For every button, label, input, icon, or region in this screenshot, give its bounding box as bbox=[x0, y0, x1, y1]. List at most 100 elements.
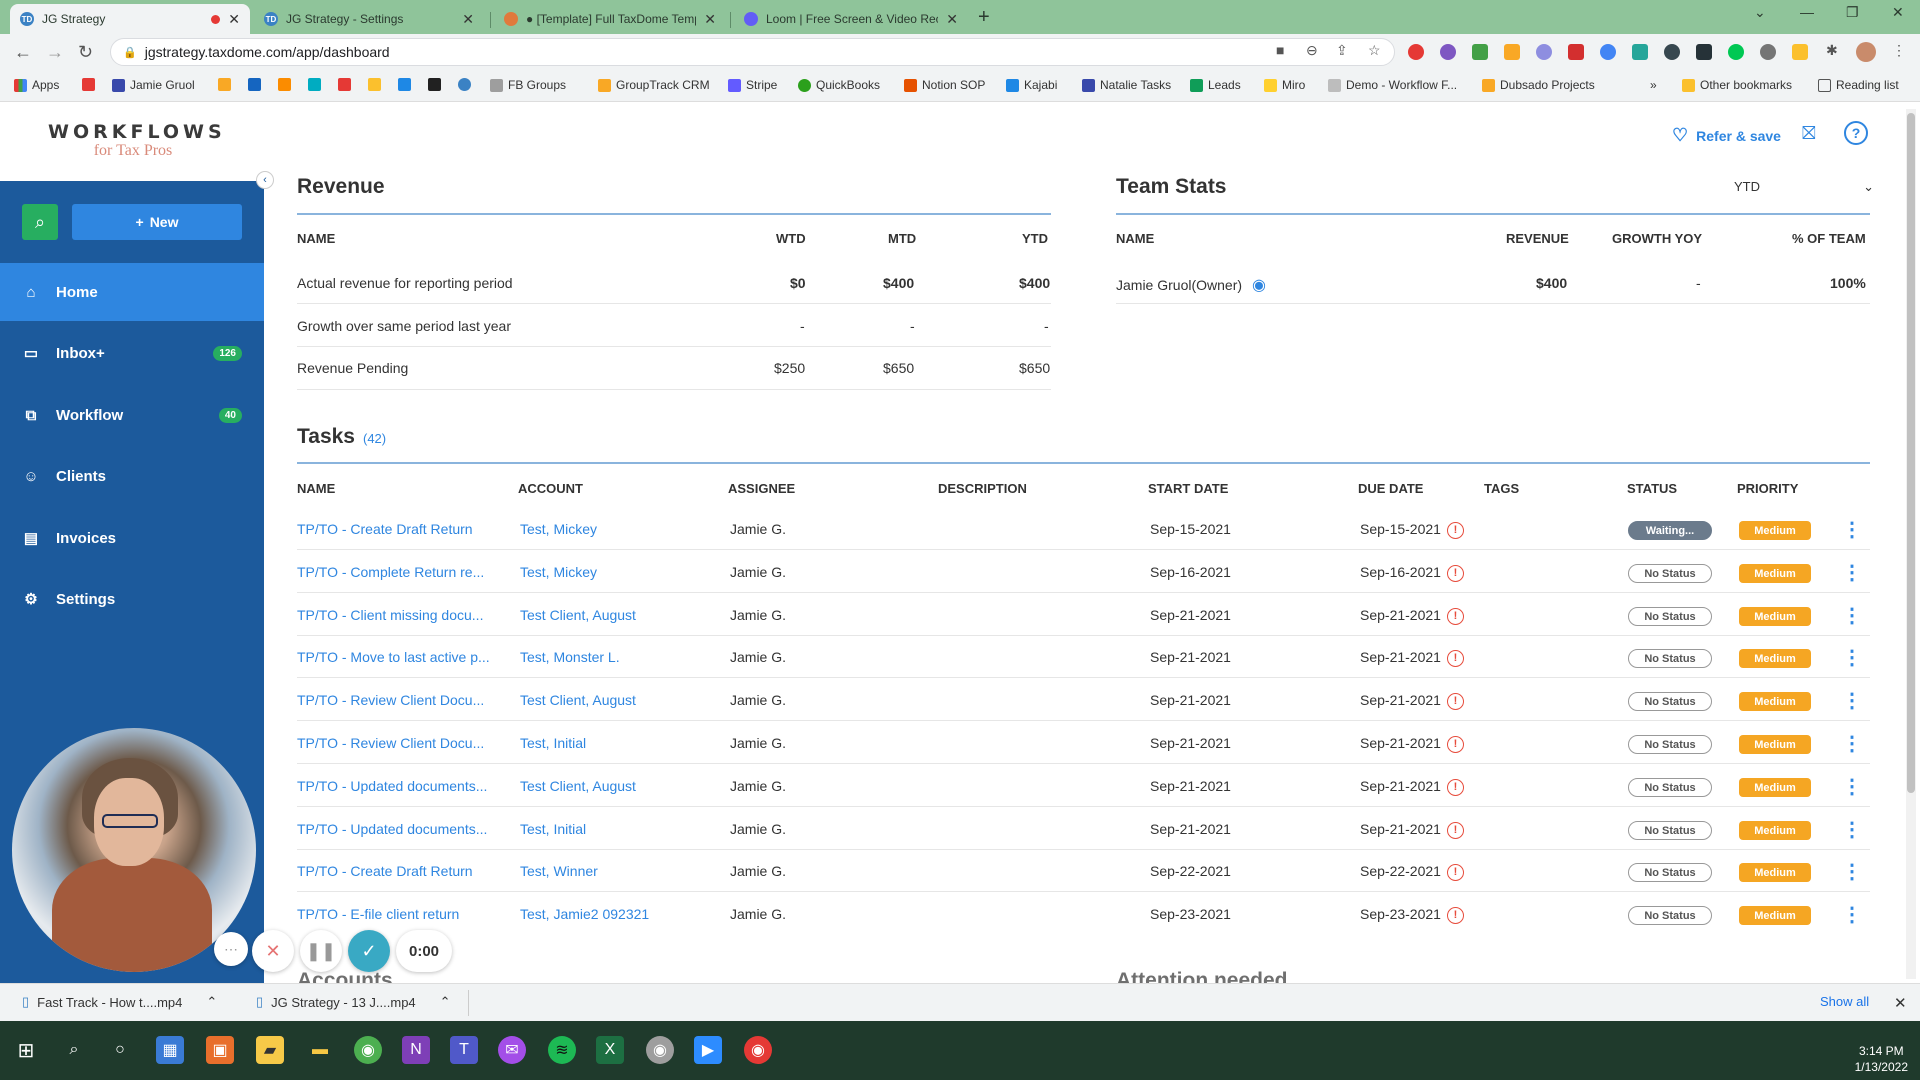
bookmark-icon-2[interactable] bbox=[248, 78, 261, 91]
app-icon[interactable]: ▣ bbox=[206, 1036, 234, 1064]
download-item[interactable]: ▯ JG Strategy - 13 J....mp4 ⌃ bbox=[256, 994, 451, 1010]
puzzle-icon[interactable]: ✱ bbox=[1826, 42, 1838, 59]
teams-icon[interactable]: T bbox=[450, 1036, 478, 1064]
task-priority-badge[interactable]: Medium bbox=[1739, 821, 1811, 840]
search-icon[interactable]: ⌕ bbox=[60, 1036, 88, 1064]
menu-icon[interactable]: ⋮ bbox=[1892, 42, 1906, 59]
task-status-badge[interactable]: No Status bbox=[1628, 778, 1712, 797]
task-status-badge[interactable]: No Status bbox=[1628, 735, 1712, 754]
sticky-notes-icon[interactable]: ▰ bbox=[256, 1036, 284, 1064]
extension-icon[interactable] bbox=[1472, 44, 1488, 60]
calculator-icon[interactable]: ▦ bbox=[156, 1036, 184, 1064]
address-bar[interactable]: 🔒 jgstrategy.taxdome.com/app/dashboard bbox=[110, 38, 1395, 66]
loom-cancel-button[interactable]: ✕ bbox=[252, 930, 294, 972]
bookmark-icon-4[interactable] bbox=[308, 78, 321, 91]
close-icon[interactable]: ✕ bbox=[704, 11, 716, 28]
task-account-link[interactable]: Test, Monster L. bbox=[520, 649, 620, 665]
task-name-link[interactable]: TP/TO - E-file client return bbox=[297, 906, 459, 922]
task-priority-badge[interactable]: Medium bbox=[1739, 906, 1811, 925]
browser-tab-template[interactable]: ● [Template] Full TaxDome Temp ✕ bbox=[494, 4, 726, 34]
cortana-icon[interactable]: ○ bbox=[106, 1036, 134, 1064]
bookmark-star-icon[interactable]: ☆ bbox=[1368, 42, 1381, 59]
sidebar-search-button[interactable]: ⌕ bbox=[22, 204, 58, 240]
tab-search-icon[interactable]: ⌄ bbox=[1754, 4, 1766, 21]
task-name-link[interactable]: TP/TO - Updated documents... bbox=[297, 778, 487, 794]
loom-more-button[interactable]: ⋯ bbox=[214, 932, 248, 966]
task-priority-badge[interactable]: Medium bbox=[1739, 521, 1811, 540]
task-account-link[interactable]: Test Client, August bbox=[520, 607, 636, 623]
bookmark-natalie-tasks[interactable]: Natalie Tasks bbox=[1082, 78, 1171, 92]
row-menu-icon[interactable]: ⋮ bbox=[1842, 603, 1862, 628]
close-icon[interactable]: ✕ bbox=[462, 11, 474, 28]
extension-icon[interactable] bbox=[1664, 44, 1680, 60]
extension-icon[interactable] bbox=[1504, 44, 1520, 60]
close-icon[interactable]: ✕ bbox=[228, 11, 240, 28]
row-menu-icon[interactable]: ⋮ bbox=[1842, 645, 1862, 670]
close-icon[interactable]: ✕ bbox=[946, 11, 958, 28]
task-account-link[interactable]: Test, Initial bbox=[520, 821, 586, 837]
bookmark-notion-sop[interactable]: Notion SOP bbox=[904, 78, 985, 92]
back-icon[interactable]: ← bbox=[14, 42, 32, 63]
browser-tab-loom[interactable]: Loom | Free Screen & Video Rec ✕ bbox=[734, 4, 968, 34]
task-account-link[interactable]: Test, Winner bbox=[520, 863, 598, 879]
window-close-icon[interactable]: ✕ bbox=[1892, 4, 1904, 21]
row-menu-icon[interactable]: ⋮ bbox=[1842, 517, 1862, 542]
reload-icon[interactable]: ↻ bbox=[78, 42, 93, 63]
help-icon[interactable]: ? bbox=[1844, 121, 1868, 145]
loom-pause-button[interactable]: ❚❚ bbox=[300, 930, 342, 972]
task-name-link[interactable]: TP/TO - Client missing docu... bbox=[297, 607, 483, 623]
bookmark-quickbooks[interactable]: QuickBooks bbox=[798, 78, 880, 92]
refer-and-save-link[interactable]: ♡ Refer & save bbox=[1672, 125, 1781, 146]
eye-icon[interactable]: ◉ bbox=[1252, 275, 1266, 295]
row-menu-icon[interactable]: ⋮ bbox=[1842, 859, 1862, 884]
browser-tab-settings[interactable]: TD JG Strategy - Settings ✕ bbox=[254, 4, 484, 34]
task-name-link[interactable]: TP/TO - Create Draft Return bbox=[297, 521, 473, 537]
row-menu-icon[interactable]: ⋮ bbox=[1842, 774, 1862, 799]
task-account-link[interactable]: Test, Mickey bbox=[520, 564, 597, 580]
bookmark-icon-1[interactable] bbox=[218, 78, 231, 91]
task-name-link[interactable]: TP/TO - Move to last active p... bbox=[297, 649, 490, 665]
scrollbar-thumb[interactable] bbox=[1907, 113, 1915, 793]
zoom-icon[interactable]: ⊖ bbox=[1306, 42, 1318, 59]
chrome-active-icon[interactable]: ◉ bbox=[744, 1036, 772, 1064]
excel-icon[interactable]: X bbox=[596, 1036, 624, 1064]
task-account-link[interactable]: Test, Jamie2 092321 bbox=[520, 906, 649, 922]
sidebar-item-workflow[interactable]: ⧉ Workflow 40 bbox=[0, 386, 264, 444]
bookmark-kajabi[interactable]: Kajabi bbox=[1006, 78, 1057, 92]
forward-icon[interactable]: → bbox=[46, 42, 64, 63]
sidebar-item-invoices[interactable]: ▤ Invoices bbox=[0, 509, 264, 567]
bookmarks-overflow-button[interactable]: » bbox=[1650, 78, 1657, 92]
bookmark-demo-workflow[interactable]: Demo - Workflow F... bbox=[1328, 78, 1457, 92]
task-status-badge[interactable]: No Status bbox=[1628, 692, 1712, 711]
sidebar-collapse-button[interactable]: ‹ bbox=[256, 171, 274, 189]
sidebar-item-clients[interactable]: ☺ Clients bbox=[0, 447, 264, 505]
task-name-link[interactable]: TP/TO - Review Client Docu... bbox=[297, 692, 484, 708]
task-status-badge[interactable]: Waiting... bbox=[1628, 521, 1712, 540]
bookmark-leads[interactable]: Leads bbox=[1190, 78, 1241, 92]
bookmark-youtube[interactable] bbox=[82, 78, 95, 91]
show-all-downloads-button[interactable]: Show all bbox=[1820, 994, 1869, 1009]
messenger-icon[interactable]: ✉ bbox=[498, 1036, 526, 1064]
row-menu-icon[interactable]: ⋮ bbox=[1842, 560, 1862, 585]
task-status-badge[interactable]: No Status bbox=[1628, 821, 1712, 840]
extension-icon[interactable] bbox=[1568, 44, 1584, 60]
task-account-link[interactable]: Test Client, August bbox=[520, 692, 636, 708]
extension-icon[interactable] bbox=[1792, 44, 1808, 60]
bookmark-jamie-gruol[interactable]: Jamie Gruol bbox=[112, 78, 195, 92]
row-menu-icon[interactable]: ⋮ bbox=[1842, 731, 1862, 756]
task-name-link[interactable]: TP/TO - Review Client Docu... bbox=[297, 735, 484, 751]
task-account-link[interactable]: Test Client, August bbox=[520, 778, 636, 794]
extension-icon[interactable] bbox=[1760, 44, 1776, 60]
bookmark-dubsado[interactable]: Dubsado Projects bbox=[1482, 78, 1595, 92]
new-button[interactable]: + New bbox=[72, 204, 242, 240]
extension-icon[interactable] bbox=[1536, 44, 1552, 60]
browser-tab-jg-strategy[interactable]: TD JG Strategy ✕ bbox=[10, 4, 250, 34]
task-account-link[interactable]: Test, Initial bbox=[520, 735, 586, 751]
team-period-select[interactable]: YTD ⌄ bbox=[1734, 179, 1874, 195]
task-name-link[interactable]: TP/TO - Updated documents... bbox=[297, 821, 487, 837]
minimize-icon[interactable]: — bbox=[1800, 4, 1814, 20]
close-downloads-bar-icon[interactable]: ✕ bbox=[1894, 994, 1907, 1012]
file-explorer-icon[interactable]: ▬ bbox=[306, 1036, 334, 1064]
task-name-link[interactable]: TP/TO - Create Draft Return bbox=[297, 863, 473, 879]
spotify-icon[interactable]: ≋ bbox=[548, 1036, 576, 1064]
